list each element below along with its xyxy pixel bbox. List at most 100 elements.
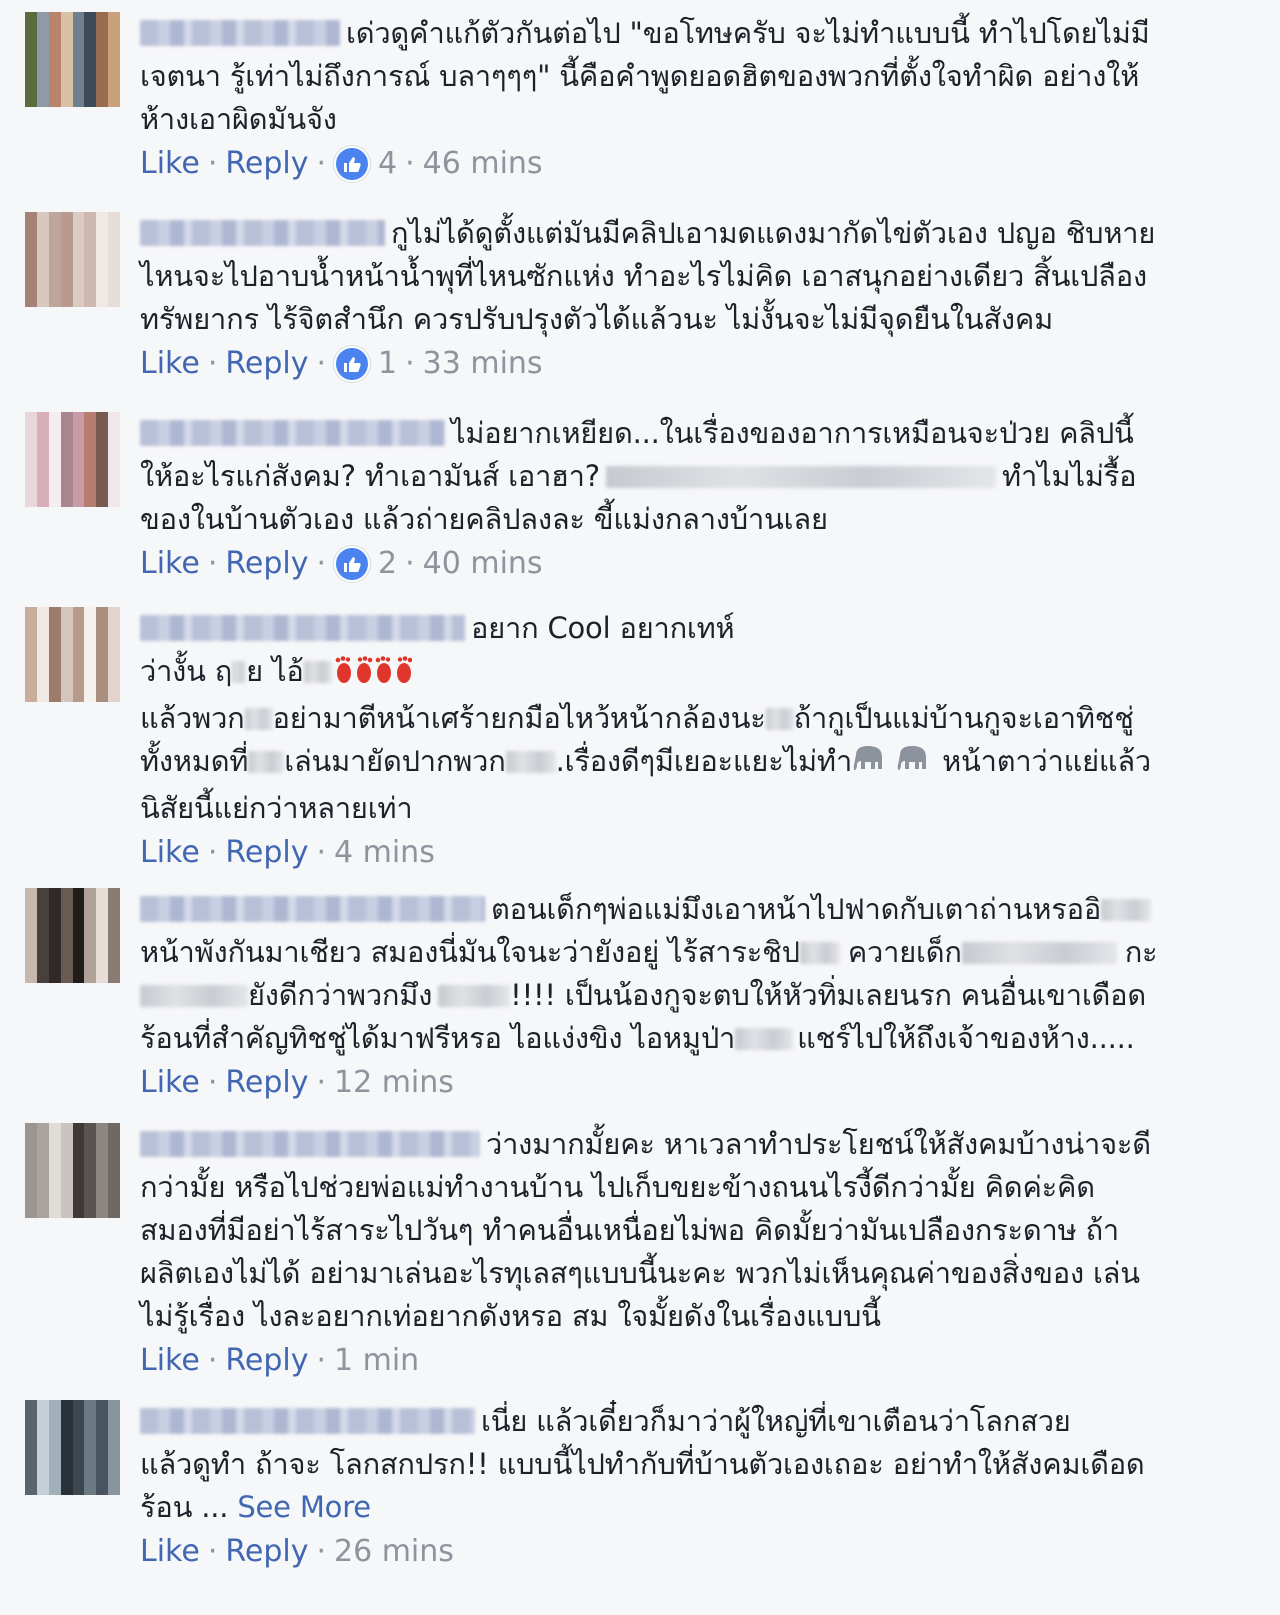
commenter-name[interactable] [140, 20, 340, 46]
avatar-pixel [108, 1447, 120, 1460]
avatar-pixel [60, 95, 73, 107]
avatar-pixel [108, 630, 120, 643]
avatar-pixel [96, 35, 109, 48]
avatar-pixel [96, 630, 109, 643]
avatar-pixel [96, 888, 109, 900]
avatar-pixel [60, 423, 73, 436]
avatar-pixel [60, 1411, 73, 1424]
like-button[interactable]: Like [140, 1340, 200, 1382]
avatar-pixel [72, 271, 85, 284]
avatar-pixel [36, 947, 49, 960]
avatar-pixel [72, 1182, 85, 1195]
commenter-name[interactable] [140, 420, 445, 446]
comment-text: เด่วดูคำแก้ตัวกันต่อไป "ขอโทษครับ จะไม่ท… [140, 16, 1150, 136]
avatar-pixel [36, 495, 49, 507]
commenter-name[interactable] [140, 1408, 475, 1434]
commenter-name[interactable] [140, 220, 385, 246]
avatar-pixel [25, 1411, 37, 1424]
avatar-pixel [48, 59, 61, 72]
reaction-count[interactable]: 4 [378, 143, 397, 185]
comment-time[interactable]: 26 mins [334, 1531, 454, 1573]
avatar-pixel [108, 235, 120, 248]
avatar-pixel [72, 888, 85, 900]
avatar[interactable] [25, 888, 120, 983]
reaction-count[interactable]: 2 [378, 543, 397, 585]
reply-button[interactable]: Reply [225, 343, 308, 385]
reply-button[interactable]: Reply [225, 1340, 308, 1382]
avatar-pixel [25, 59, 37, 72]
comment-time[interactable]: 40 mins [423, 543, 543, 585]
avatar[interactable] [25, 607, 120, 702]
avatar-pixel [36, 971, 49, 983]
like-button[interactable]: Like [140, 143, 200, 185]
avatar-pixel [96, 666, 109, 679]
avatar-pixel [96, 1182, 109, 1195]
avatar-pixel [96, 1423, 109, 1436]
avatar-pixel [48, 690, 61, 702]
like-button[interactable]: Like [140, 543, 200, 585]
avatar-pixel [48, 935, 61, 948]
comment-time[interactable]: 4 mins [334, 832, 435, 874]
avatar-pixel [72, 1123, 85, 1135]
avatar-pixel [25, 447, 37, 460]
avatar-pixel [72, 223, 85, 236]
avatar-pixel [96, 1447, 109, 1460]
avatar-pixel [36, 1134, 49, 1147]
avatar-pixel [96, 83, 109, 96]
avatar-pixel [108, 1123, 120, 1135]
commenter-name[interactable] [140, 1131, 480, 1157]
comment-time[interactable]: 12 mins [334, 1062, 454, 1104]
avatar[interactable] [25, 1400, 120, 1495]
thumbs-up-icon[interactable] [334, 346, 370, 382]
like-button[interactable]: Like [140, 1531, 200, 1573]
avatar-pixel [84, 435, 97, 448]
avatar-pixel [60, 935, 73, 948]
avatar-pixel [36, 259, 49, 272]
comment-time[interactable]: 46 mins [423, 143, 543, 185]
avatar-pixel [25, 690, 37, 702]
like-button[interactable]: Like [140, 1062, 200, 1104]
avatar-pixel [48, 47, 61, 60]
avatar-pixel [36, 654, 49, 667]
comment-actions: Like · Reply · 1 · 33 mins [140, 343, 1220, 385]
avatar-pixel [36, 471, 49, 484]
avatar-pixel [108, 947, 120, 960]
reply-button[interactable]: Reply [225, 1531, 308, 1573]
avatar-pixel [48, 607, 61, 619]
commenter-name[interactable] [140, 615, 465, 641]
like-button[interactable]: Like [140, 343, 200, 385]
comment-time[interactable]: 1 min [334, 1340, 419, 1382]
like-button[interactable]: Like [140, 832, 200, 874]
comment-time[interactable]: 33 mins [423, 343, 543, 385]
avatar-pixel [48, 1146, 61, 1159]
commenter-name[interactable] [140, 896, 485, 922]
avatar-pixel [96, 618, 109, 631]
avatar-pixel [84, 1123, 97, 1135]
avatar[interactable] [25, 1123, 120, 1218]
avatar-pixel [48, 495, 61, 507]
avatar-pixel [36, 295, 49, 307]
see-more-link[interactable]: See More [237, 1490, 371, 1524]
reply-button[interactable]: Reply [225, 832, 308, 874]
avatar-pixel [72, 12, 85, 24]
reaction-count[interactable]: 1 [378, 343, 397, 385]
avatar-pixel [72, 412, 85, 424]
avatar-pixel [25, 1483, 37, 1495]
avatar-pixel [108, 95, 120, 107]
avatar-pixel [60, 888, 73, 900]
reply-button[interactable]: Reply [225, 143, 308, 185]
avatar-pixel [72, 899, 85, 912]
reply-button[interactable]: Reply [225, 1062, 308, 1104]
reply-button[interactable]: Reply [225, 543, 308, 585]
avatar-pixel [25, 947, 37, 960]
avatar-pixel [25, 235, 37, 248]
avatar[interactable] [25, 12, 120, 107]
avatar-pixel [36, 1459, 49, 1472]
thumbs-up-icon[interactable] [334, 146, 370, 182]
avatar[interactable] [25, 212, 120, 307]
avatar[interactable] [25, 412, 120, 507]
avatar-pixel [60, 295, 73, 307]
avatar-pixel [108, 259, 120, 272]
avatar-pixel [72, 1483, 85, 1495]
thumbs-up-icon[interactable] [334, 546, 370, 582]
